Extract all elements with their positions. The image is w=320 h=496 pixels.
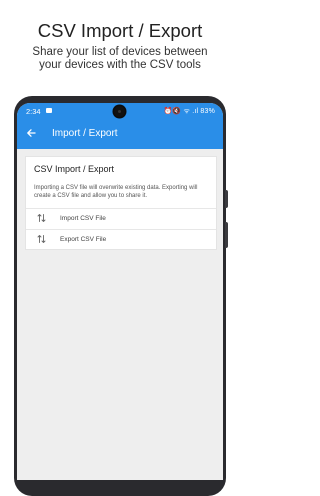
app-bar: Import / Export — [17, 121, 223, 149]
promo-subtitle-line-1: Share your list of devices between — [32, 46, 208, 58]
volume-button — [225, 190, 228, 208]
import-csv-label: Import CSV File — [60, 215, 106, 222]
promo-title: CSV Import / Export — [37, 20, 203, 41]
import-csv-row[interactable]: Import CSV File — [26, 208, 216, 229]
card-title: CSV Import / Export — [34, 164, 115, 174]
phone-screen: 2:34 ⏰🔇 ᯤ .ıl 83% Import / Export CSV Im… — [17, 103, 223, 480]
power-button — [225, 222, 228, 248]
export-csv-row[interactable]: Export CSV File — [26, 229, 216, 250]
status-bar: 2:34 ⏰🔇 ᯤ .ıl 83% — [17, 103, 223, 121]
promo-subtitle-line-2: your devices with the CSV tools — [39, 59, 201, 71]
card-description: Importing a CSV file will overwrite exis… — [34, 185, 198, 199]
front-camera — [114, 106, 125, 117]
import-export-icon — [37, 213, 46, 225]
import-export-icon — [37, 234, 46, 246]
promo-subtitle: Share your list of devices between your … — [10, 46, 230, 72]
csv-card: CSV Import / Export Importing a CSV file… — [25, 156, 217, 250]
gallery-notification-icon — [46, 108, 52, 113]
export-csv-label: Export CSV File — [60, 236, 107, 243]
status-icons: ⏰🔇 ᯤ .ıl 83% — [163, 108, 215, 115]
app-bar-title: Import / Export — [52, 128, 118, 139]
arrow-back-icon[interactable] — [26, 127, 36, 141]
status-time: 2:34 — [26, 107, 41, 116]
